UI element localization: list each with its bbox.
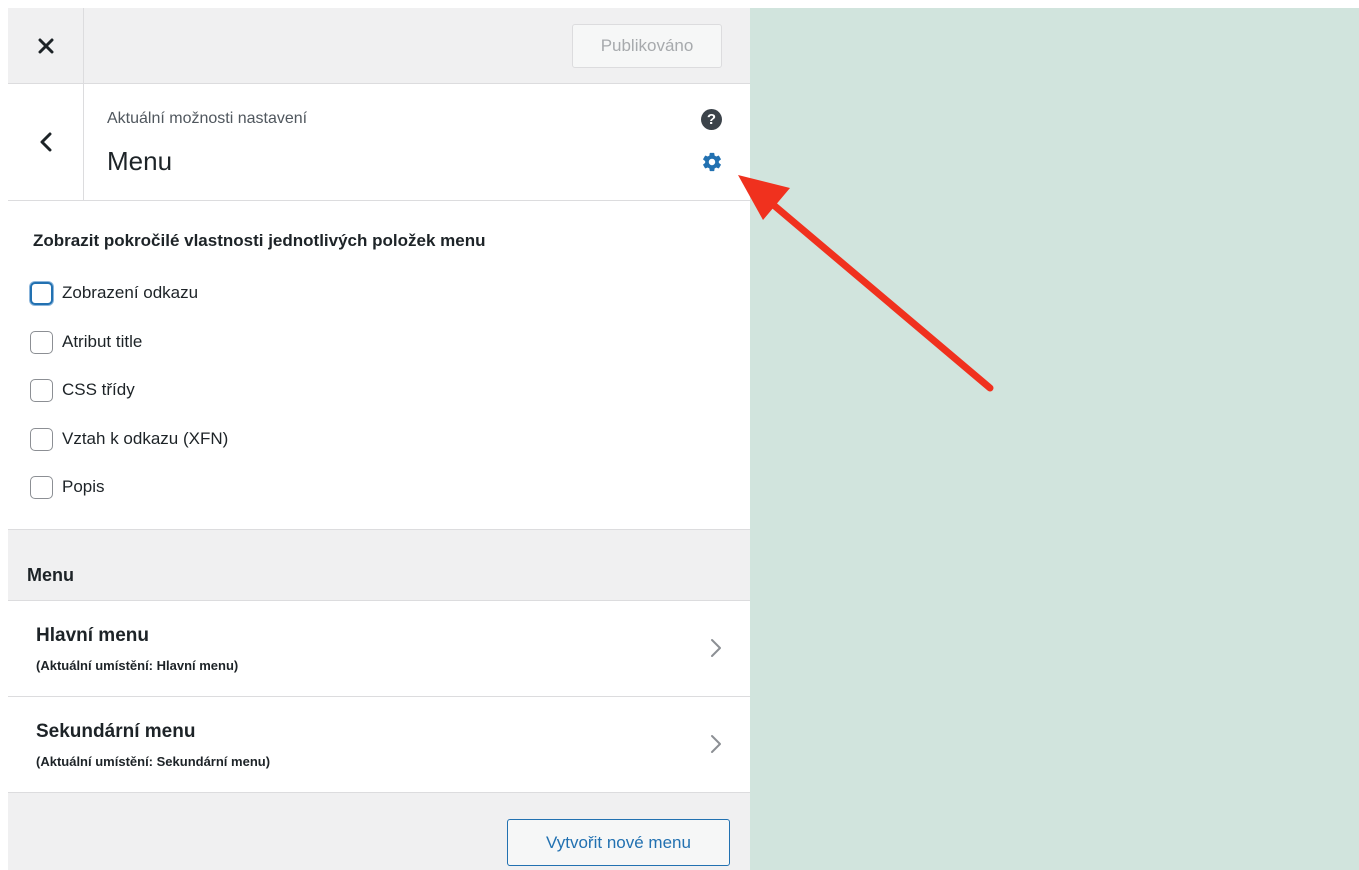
option-label: Zobrazení odkazu (62, 283, 199, 302)
chevron-left-icon (40, 132, 51, 152)
back-button[interactable] (8, 84, 84, 200)
chevron-right-icon (711, 735, 721, 753)
option-link-target[interactable]: Zobrazení odkazu (30, 279, 198, 307)
options-heading: Zobrazit pokročilé vlastnosti jednotlivý… (33, 231, 486, 250)
panel-title: Menu (107, 146, 173, 176)
close-button[interactable] (8, 8, 84, 83)
advanced-options-panel: Zobrazit pokročilé vlastnosti jednotlivý… (8, 201, 750, 530)
checkbox-link-target[interactable] (30, 281, 53, 305)
option-label: Popis (62, 477, 105, 496)
menu-item-title: Sekundární menu (36, 721, 196, 742)
option-label: Atribut title (62, 332, 143, 351)
publish-button[interactable]: Publikováno (572, 24, 722, 68)
checkbox-description[interactable] (30, 475, 53, 499)
checkbox-xfn[interactable] (30, 427, 53, 451)
customizer-page: Publikováno Aktuální možnosti nastavení … (0, 0, 1359, 870)
option-label: Vztah k odkazu (XFN) (62, 429, 229, 448)
menus-section-header: Menu (8, 530, 750, 601)
site-preview (750, 8, 1359, 870)
checkbox-css-classes[interactable] (30, 378, 53, 402)
option-css-classes[interactable]: CSS třídy (30, 376, 135, 404)
menu-item-main[interactable]: Hlavní menu (Aktuální umístění: Hlavní m… (8, 601, 750, 697)
chevron-right-icon (711, 639, 721, 657)
panel-title-section: Aktuální možnosti nastavení Menu ? (8, 84, 750, 201)
menu-item-title: Hlavní menu (36, 625, 149, 646)
checkbox-title-attribute[interactable] (30, 330, 53, 354)
option-title-attribute[interactable]: Atribut title (30, 328, 142, 356)
gear-icon[interactable] (701, 151, 723, 173)
menu-item-location: (Aktuální umístění: Sekundární menu) (36, 754, 271, 769)
option-label: CSS třídy (62, 380, 135, 399)
menu-item-secondary[interactable]: Sekundární menu (Aktuální umístění: Seku… (8, 697, 750, 793)
help-icon[interactable]: ? (701, 109, 722, 130)
option-xfn[interactable]: Vztah k odkazu (XFN) (30, 425, 228, 453)
close-icon (38, 38, 53, 53)
customizer-header: Publikováno (8, 8, 750, 84)
panel-subtitle: Aktuální možnosti nastavení (107, 110, 308, 127)
option-description[interactable]: Popis (30, 473, 105, 501)
create-new-menu-button[interactable]: Vytvořit nové menu (507, 819, 730, 866)
customizer-sidebar: Publikováno Aktuální možnosti nastavení … (8, 8, 750, 870)
menu-item-location: (Aktuální umístění: Hlavní menu) (36, 658, 239, 673)
menus-heading: Menu (27, 565, 74, 585)
